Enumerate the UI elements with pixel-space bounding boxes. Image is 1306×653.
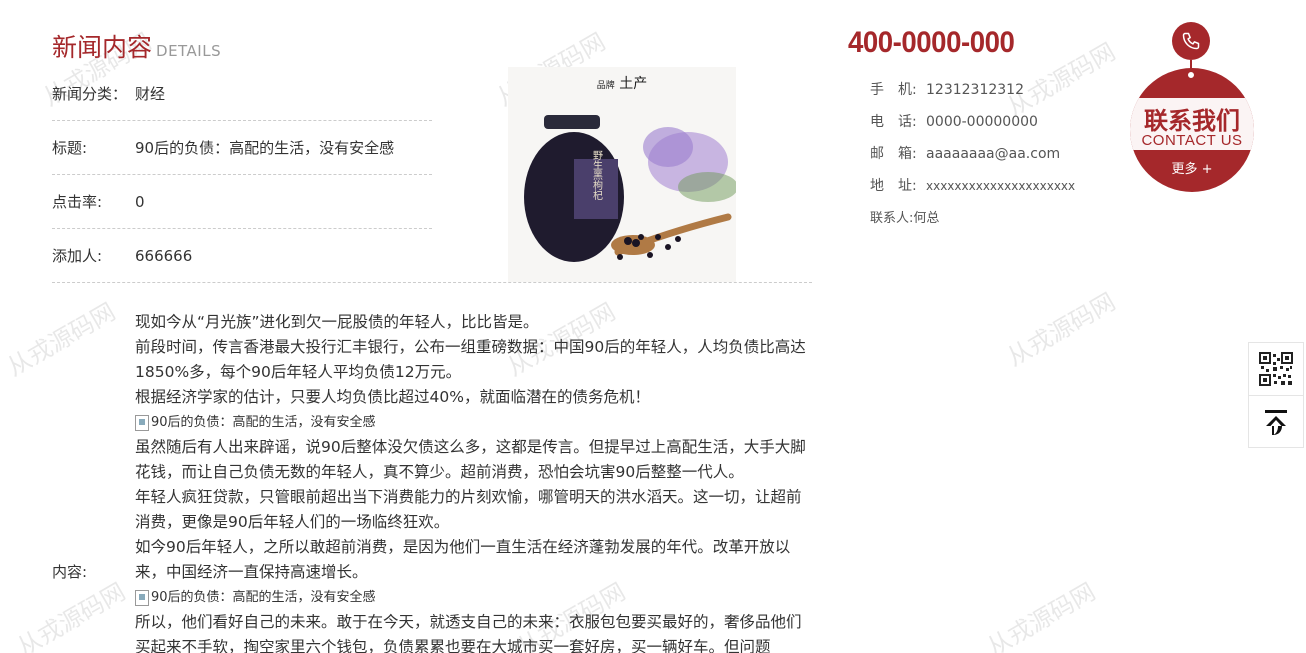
jar-label-text: 野生黑枸杞 <box>591 150 603 200</box>
contact-phone: 电 话: 0000-00000000 <box>870 111 1038 131</box>
badge-title-cn: 联系我们 <box>1144 107 1240 135</box>
watermark: 从戎源码网 <box>982 577 1101 653</box>
title-label: 标题: <box>52 139 88 157</box>
product-photo: 野生黑枸杞 <box>508 67 736 282</box>
category-label: 新闻分类： <box>52 85 128 103</box>
floating-toolbar <box>1248 342 1304 448</box>
article-body: 现如今从“月光族”进化到欠一屁股债的年轻人，比比皆是。 前段时间，传言香港最大投… <box>135 310 812 653</box>
product-image: 野生黑枸杞 品牌 土产 <box>508 67 736 282</box>
person-label: 联系人: <box>870 211 914 226</box>
phone-value: 0000-00000000 <box>926 114 1038 130</box>
phone-label: 电 话: <box>870 114 917 130</box>
watermark: 从戎源码网 <box>1002 37 1121 122</box>
info-row-author: 添加人: 666666 <box>52 229 432 283</box>
back-to-top-button[interactable] <box>1249 395 1303 447</box>
info-row-category: 新闻分类： 财经 <box>52 67 432 121</box>
address-label: 地 址: <box>870 178 917 194</box>
qr-code-button[interactable] <box>1249 343 1303 395</box>
brand-logo: 品牌 土产 <box>508 73 736 93</box>
contact-address: 地 址: xxxxxxxxxxxxxxxxxxxxx <box>870 175 1075 195</box>
contact-email: 邮 箱: aaaaaaaa@aa.com <box>870 143 1060 163</box>
contact-us-badge[interactable]: 联系我们 CONTACT US 更多 + <box>1130 20 1254 192</box>
clicks-value: 0 <box>135 193 145 211</box>
person-value: 何总 <box>913 211 940 226</box>
badge-knot <box>1186 70 1196 80</box>
broken-image-icon <box>135 414 149 431</box>
author-value: 666666 <box>135 247 193 265</box>
badge-title-en: CONTACT US <box>1141 132 1243 149</box>
divider <box>52 282 812 283</box>
info-row-clicks: 点击率: 0 <box>52 175 432 229</box>
image-alt-text: 90后的负债：高配的生活，没有安全感 <box>151 590 376 605</box>
watermark: 从戎源码网 <box>1002 287 1121 372</box>
clicks-label: 点击率: <box>52 193 103 211</box>
broken-image-icon <box>135 589 149 606</box>
article-image: 90后的负债：高配的生活，没有安全感 <box>135 585 812 610</box>
author-label: 添加人: <box>52 247 103 265</box>
article-paragraph: 所以，他们看好自己的未来。敢于在今天，就透支自己的未来：衣服包包要买最好的，奢侈… <box>135 613 802 653</box>
content-label: 内容: <box>52 563 88 581</box>
article-paragraph: 前段时间，传言香港最大投行汇丰银行，公布一组重磅数据：中国90后的年轻人，人均负… <box>135 338 806 381</box>
article-paragraph: 现如今从“月光族”进化到欠一屁股债的年轻人，比比皆是。 <box>135 313 539 331</box>
back-to-top-icon <box>1265 409 1287 435</box>
article-paragraph: 虽然随后有人出来辟谣，说90后整体没欠债这么多，这都是传言。但提早过上高配生活，… <box>135 438 806 481</box>
email-label: 邮 箱: <box>870 146 917 162</box>
contact-mobile: 手 机: 12312312312 <box>870 79 1024 99</box>
section-title: 新闻内容 DETAILS <box>52 28 221 64</box>
article-paragraph: 年轻人疯狂贷款，只管眼前超出当下消费能力的片刻欢愉，哪管明天的洪水滔天。这一切，… <box>135 488 802 531</box>
article-paragraph: 如今90后年轻人，之所以敢超前消费，是因为他们一直生活在经济蓬勃发展的年代。改革… <box>135 538 791 581</box>
section-title-en: DETAILS <box>156 42 222 60</box>
badge-disc: 联系我们 CONTACT US 更多 + <box>1130 68 1254 192</box>
brand-name: 土产 <box>619 76 648 92</box>
watermark: 从戎源码网 <box>2 297 121 382</box>
article-image: 90后的负债：高配的生活，没有安全感 <box>135 410 812 435</box>
brand-prefix: 品牌 <box>596 81 615 91</box>
section-title-cn: 新闻内容 <box>52 33 153 62</box>
title-value: 90后的负债：高配的生活，没有安全感 <box>135 139 395 157</box>
phone-icon <box>1172 22 1210 60</box>
info-row-title: 标题: 90后的负债：高配的生活，没有安全感 <box>52 121 432 175</box>
more-link[interactable]: 更多 + <box>1130 158 1254 177</box>
qr-code-icon <box>1259 352 1293 386</box>
category-value: 财经 <box>135 85 166 103</box>
email-value: aaaaaaaa@aa.com <box>926 146 1061 162</box>
mobile-value: 12312312312 <box>926 82 1024 98</box>
address-value: xxxxxxxxxxxxxxxxxxxxx <box>926 179 1076 193</box>
hotline-number: 400-0000-000 <box>848 26 1015 59</box>
mobile-label: 手 机: <box>870 82 917 98</box>
contact-person: 联系人:何总 <box>870 207 939 226</box>
article-paragraph: 根据经济学家的估计，只要人均负债比超过40%，就面临潜在的债务危机！ <box>135 388 650 406</box>
image-alt-text: 90后的负债：高配的生活，没有安全感 <box>151 415 376 430</box>
